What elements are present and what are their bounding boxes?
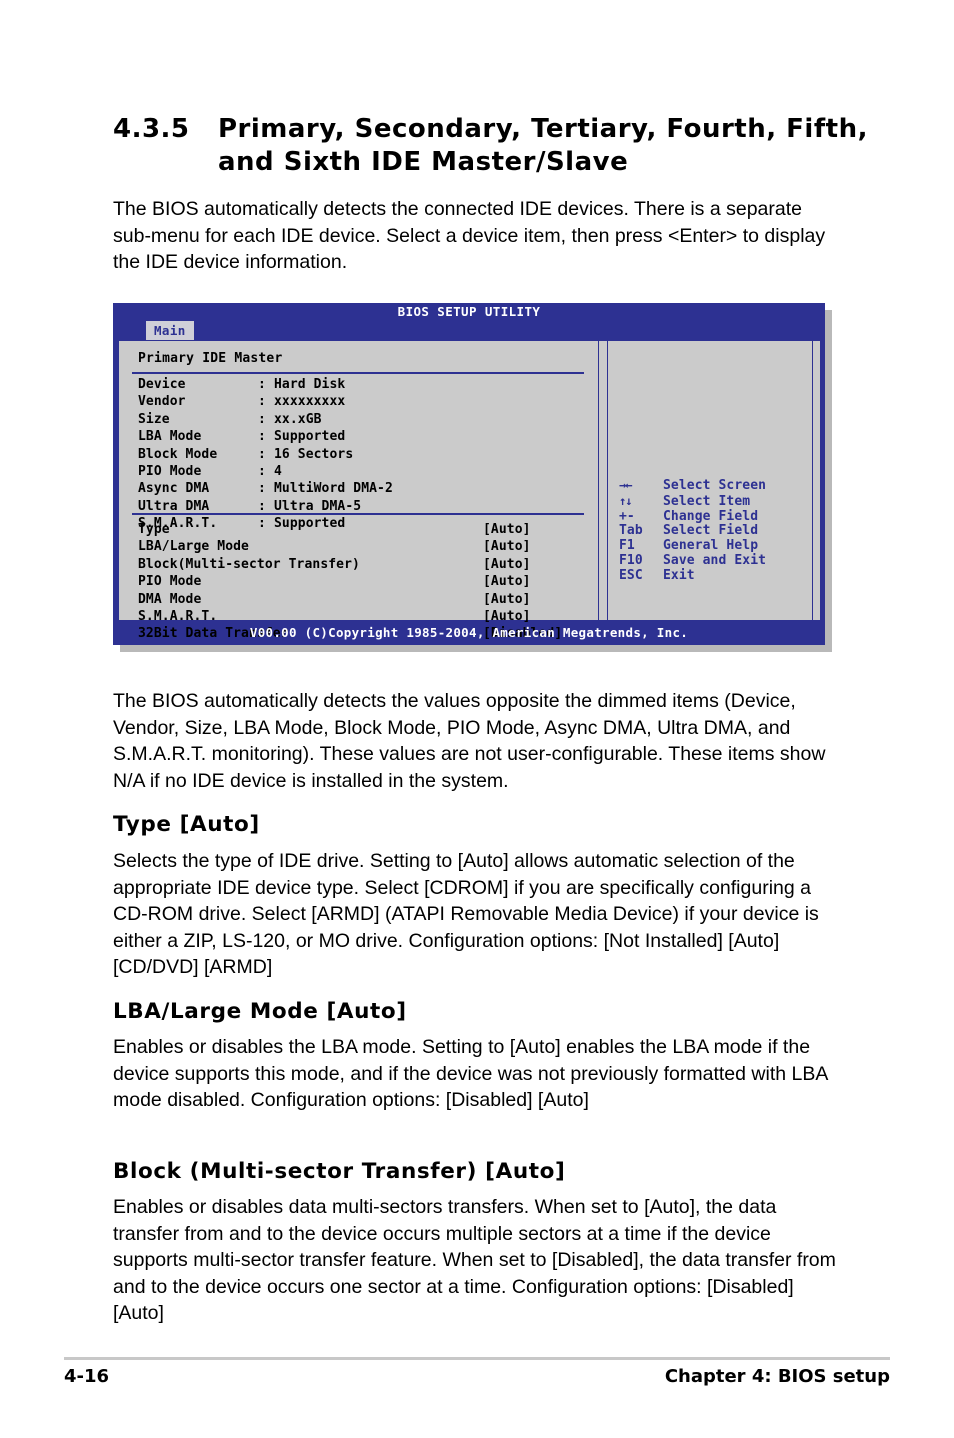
info-label: Size xyxy=(138,411,170,427)
config-value[interactable]: [Auto] xyxy=(483,591,593,608)
info-colon: : xyxy=(258,481,266,497)
info-colon: : xyxy=(258,394,266,410)
heading-lba-large-mode: LBA/Large Mode [Auto] xyxy=(113,999,407,1024)
info-value: MultiWord DMA-2 xyxy=(274,481,393,497)
config-label: LBA/Large Mode xyxy=(138,539,249,555)
info-value: 16 Sectors xyxy=(274,446,354,462)
config-label: Block(Multi-sector Transfer) xyxy=(138,556,360,572)
info-colon: : xyxy=(258,429,266,445)
tab-key-icon: Tab xyxy=(619,523,643,539)
config-label: PIO Mode xyxy=(138,574,202,590)
info-label: PIO Mode xyxy=(138,464,202,480)
legend-row: ↑↓ Select Item xyxy=(619,494,766,510)
info-row: Size : xx.xGB xyxy=(138,411,588,428)
info-label: LBA Mode xyxy=(138,429,202,445)
info-colon: : xyxy=(258,411,266,427)
info-value: xx.xGB xyxy=(274,411,322,427)
left-right-arrow-icon: →← xyxy=(619,478,632,492)
tab-main[interactable]: Main xyxy=(146,321,194,340)
plus-minus-icon: +- xyxy=(619,508,635,524)
config-row-dma-mode[interactable]: DMA Mode [Auto] xyxy=(138,591,593,608)
info-row: LBA Mode : Supported xyxy=(138,428,588,445)
config-value[interactable]: [Auto] xyxy=(483,556,593,573)
info-colon: : xyxy=(258,377,266,392)
divider-middle xyxy=(132,513,584,515)
info-label: Vendor xyxy=(138,394,186,410)
section-title: Primary, Secondary, Tertiary, Fourth, Fi… xyxy=(218,113,873,179)
section-title-line2: and Sixth IDE Master/Slave xyxy=(218,147,629,177)
section-title-line1: Primary, Secondary, Tertiary, Fourth, Fi… xyxy=(218,114,868,144)
divider-top xyxy=(132,372,584,374)
config-label: Type xyxy=(138,522,170,537)
config-row-pio-mode[interactable]: PIO Mode [Auto] xyxy=(138,573,593,590)
document-page: 4.3.5 Primary, Secondary, Tertiary, Four… xyxy=(0,0,954,1438)
f1-key-icon: F1 xyxy=(619,538,635,554)
footer-divider xyxy=(64,1357,890,1360)
config-row-type[interactable]: Type [Auto] xyxy=(138,521,593,538)
chapter-label: Chapter 4: BIOS setup xyxy=(664,1366,890,1387)
info-row: PIO Mode : 4 xyxy=(138,463,588,480)
legend-description: Select Screen xyxy=(663,478,767,493)
page-number: 4-16 xyxy=(64,1366,110,1387)
config-label: DMA Mode xyxy=(138,591,202,607)
info-value: Supported xyxy=(274,429,346,445)
bios-setup-screen: BIOS SETUP UTILITY Main Primary IDE Mast… xyxy=(113,303,825,645)
info-colon: : xyxy=(258,464,266,480)
bios-footer: V00.00 (C)Copyright 1985-2004, American … xyxy=(249,625,689,640)
legend-row: ESC Exit xyxy=(619,567,766,584)
intro-paragraph: The BIOS automatically detects the conne… xyxy=(113,198,826,273)
heading-type: Type [Auto] xyxy=(113,812,260,837)
bios-title: BIOS SETUP UTILITY xyxy=(397,304,541,319)
info-row: Block Mode : 16 Sectors xyxy=(138,446,588,463)
description-lba-large-mode: Enables or disables the LBA mode. Settin… xyxy=(113,1036,828,1111)
dimmed-items-paragraph: The BIOS automatically detects the value… xyxy=(113,690,826,792)
legend-description: Select Field xyxy=(663,523,759,539)
config-row-lba-large-mode[interactable]: LBA/Large Mode [Auto] xyxy=(138,538,593,555)
legend-row: Tab Select Field xyxy=(619,524,766,539)
up-down-arrow-icon: ↑↓ xyxy=(619,493,632,508)
heading-block-multi-sector-transfer: Block (Multi-sector Transfer) [Auto] xyxy=(113,1159,566,1184)
bios-body: Primary IDE Master Device : Hard Disk Ve… xyxy=(118,340,820,641)
section-heading: 4.3.5 Primary, Secondary, Tertiary, Four… xyxy=(113,113,873,179)
bios-left-panel: Primary IDE Master Device : Hard Disk Ve… xyxy=(118,340,598,641)
description-block-multi-sector-transfer: Enables or disables data multi-sectors t… xyxy=(113,1196,836,1324)
info-label: Block Mode xyxy=(138,446,218,462)
panel-title: Primary IDE Master xyxy=(138,351,283,366)
info-row: Async DMA : MultiWord DMA-2 xyxy=(138,480,588,497)
legend-row: F1 General Help xyxy=(619,538,766,554)
legend-description: Select Item xyxy=(663,493,751,509)
config-value[interactable]: [Auto] xyxy=(483,573,593,590)
legend-description: Save and Exit xyxy=(663,552,767,568)
info-row: Device : Hard Disk xyxy=(138,376,588,393)
info-value: xxxxxxxxx xyxy=(274,394,346,410)
section-number: 4.3.5 xyxy=(113,114,190,144)
esc-key-icon: ESC xyxy=(619,567,643,583)
bios-tab-bar: Main xyxy=(113,320,825,340)
legend-description: Exit xyxy=(663,567,695,583)
bios-right-panel: →← Select Screen ↑↓ Select Item +- Chang… xyxy=(598,340,820,621)
config-value[interactable]: [Auto] xyxy=(483,538,593,555)
info-label: Device xyxy=(138,377,186,392)
config-value[interactable]: [Auto] xyxy=(483,521,593,538)
description-type: Selects the type of IDE drive. Setting t… xyxy=(113,850,819,978)
legend-row: F10 Save and Exit xyxy=(619,552,767,569)
legend-row: +- Change Field xyxy=(619,508,766,525)
legend-row: →← Select Screen xyxy=(619,478,766,494)
device-info-list: Device : Hard Disk Vendor : xxxxxxxxx Si… xyxy=(138,376,588,533)
config-row-block-multi-sector-transfer[interactable]: Block(Multi-sector Transfer) [Auto] xyxy=(138,556,593,573)
legend-description: General Help xyxy=(663,538,759,554)
f10-key-icon: F10 xyxy=(619,552,643,568)
info-value: 4 xyxy=(274,464,282,480)
info-value: Hard Disk xyxy=(274,377,346,392)
info-row: Vendor : xxxxxxxxx xyxy=(138,393,588,410)
key-legend: →← Select Screen ↑↓ Select Item +- Chang… xyxy=(619,478,766,584)
info-colon: : xyxy=(258,446,266,462)
info-label: Async DMA xyxy=(138,481,210,497)
legend-description: Change Field xyxy=(663,508,759,524)
